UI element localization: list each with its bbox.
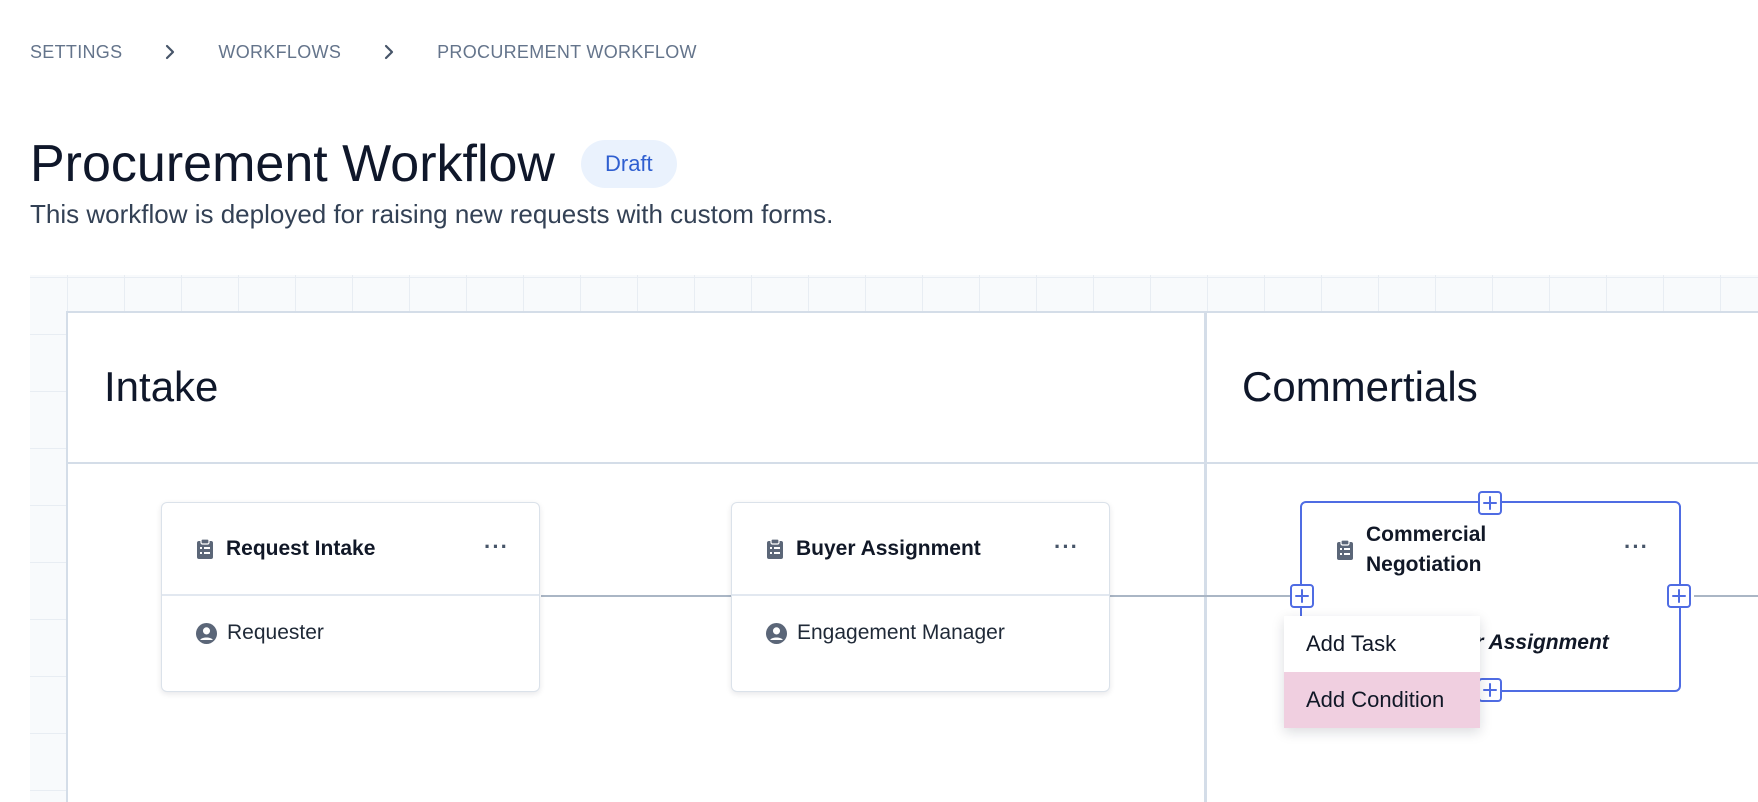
card-title: Commercial Negotiation [1366, 520, 1486, 580]
card-assignee: Engagement Manager [797, 621, 1005, 644]
card-title: Buyer Assignment [796, 536, 981, 560]
breadcrumb-workflows[interactable]: WORKFLOWS [218, 42, 341, 63]
card-assignee-row: Engagement Manager [766, 613, 1005, 653]
task-card-request-intake[interactable]: Request Intake ··· Requester [161, 502, 540, 692]
connector-line [1110, 595, 1300, 597]
page-description: This workflow is deployed for raising ne… [30, 199, 834, 229]
plus-icon [1672, 589, 1686, 603]
add-step-top-button[interactable] [1478, 491, 1502, 515]
card-title: Request Intake [226, 536, 376, 560]
card-header: Commercial Negotiation [1302, 503, 1679, 596]
connector-line [541, 595, 731, 597]
breadcrumb-settings[interactable]: SETTINGS [30, 42, 122, 63]
clipboard-icon [197, 537, 213, 559]
card-header: Request Intake [162, 503, 539, 596]
user-circle-icon [196, 622, 217, 644]
more-horizontal-icon[interactable]: ··· [1624, 536, 1649, 558]
card-title-line: Commercial [1366, 522, 1487, 546]
menu-item-add-task[interactable]: Add Task [1284, 616, 1480, 672]
status-badge: Draft [580, 140, 677, 188]
clipboard-icon [767, 537, 783, 559]
clipboard-icon [1337, 538, 1353, 560]
plus-icon [1295, 589, 1309, 603]
card-assignee: Requester [227, 621, 324, 644]
plus-icon [1483, 683, 1497, 697]
page-title: Procurement Workflow [30, 135, 555, 193]
task-card-buyer-assignment[interactable]: Buyer Assignment ··· Engagement Manager [731, 502, 1110, 692]
card-assignee-row: Requester [196, 613, 324, 653]
lane-title-intake: Intake [104, 363, 219, 410]
lane-divider [1204, 313, 1207, 802]
card-header: Buyer Assignment [732, 503, 1109, 596]
chevron-right-icon [122, 44, 218, 60]
menu-item-add-condition[interactable]: Add Condition [1284, 672, 1480, 728]
chevron-right-icon [341, 44, 437, 60]
plus-icon [1483, 496, 1497, 510]
title-row: Procurement Workflow Draft [30, 134, 677, 194]
add-step-left-button[interactable] [1290, 584, 1314, 608]
add-step-menu: Add Task Add Condition [1284, 616, 1480, 728]
lane-title-commertials: Commertials [1242, 363, 1478, 410]
card-title-line: Negotiation [1366, 552, 1482, 576]
more-horizontal-icon[interactable]: ··· [484, 536, 509, 558]
lane-header-divider [68, 462, 1758, 464]
connector-line [1694, 595, 1758, 597]
more-horizontal-icon[interactable]: ··· [1054, 536, 1079, 558]
add-step-bottom-button[interactable] [1478, 678, 1502, 702]
user-circle-icon [766, 622, 787, 644]
breadcrumb: SETTINGS WORKFLOWS PROCUREMENT WORKFLOW [30, 40, 697, 64]
add-step-right-button[interactable] [1667, 584, 1691, 608]
breadcrumb-procurement-workflow[interactable]: PROCUREMENT WORKFLOW [437, 42, 697, 63]
